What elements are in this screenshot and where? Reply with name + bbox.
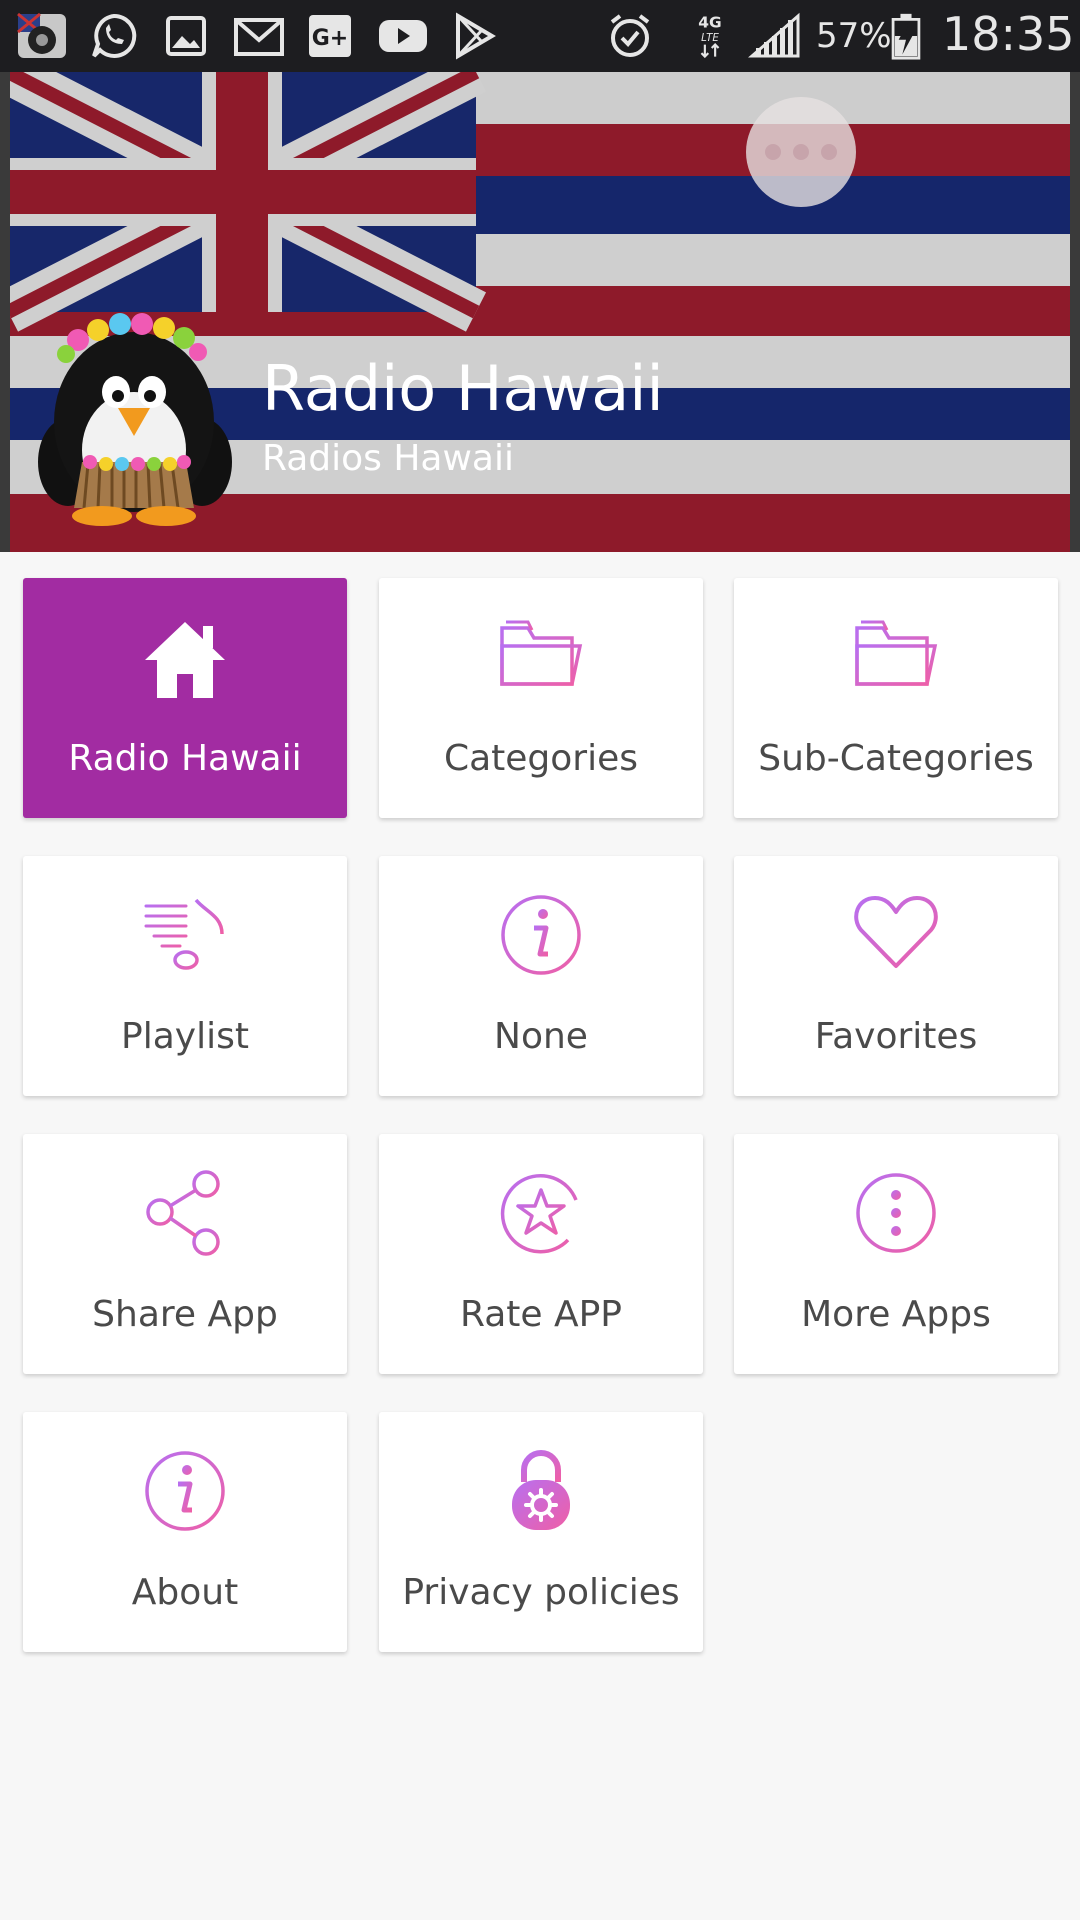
menu-tile-label: Favorites: [814, 1016, 978, 1057]
youtube-icon: [379, 20, 427, 52]
folder-icon: [500, 620, 583, 686]
menu-tile-label: About: [131, 1572, 239, 1613]
menu-tile-label: Sub-Categories: [758, 738, 1034, 779]
menu-tile-label: Share App: [92, 1294, 278, 1335]
menu-tile-rate-app[interactable]: Rate APP: [379, 1134, 703, 1374]
lock-gear-icon: [512, 1450, 570, 1530]
more-dots-icon[interactable]: [746, 97, 856, 207]
menu-tile-label: Playlist: [121, 1016, 249, 1057]
svg-text:4G: 4G: [698, 13, 721, 31]
menu-tile-label: None: [494, 1016, 588, 1057]
menu-tile-label: Privacy policies: [402, 1572, 680, 1613]
dot: [765, 144, 781, 160]
gmail-icon: [234, 18, 284, 56]
battery-charging-icon: [891, 13, 921, 60]
share-icon: [146, 1170, 220, 1256]
more-vertical-icon: [856, 1173, 936, 1253]
dot: [821, 144, 837, 160]
menu-tile-about[interactable]: About: [23, 1412, 347, 1652]
menu-tile-label: Rate APP: [459, 1294, 623, 1335]
alarm-icon: [610, 14, 650, 57]
menu-tile-favorites[interactable]: Favorites: [734, 856, 1058, 1096]
banner-edge-right: [1070, 72, 1080, 552]
star-icon: [500, 1173, 578, 1254]
heart-icon: [854, 896, 938, 968]
signal-icon: [748, 12, 800, 58]
menu-tile-none[interactable]: None: [379, 856, 703, 1096]
network-4g-lte-icon: 4G LTE: [698, 13, 722, 59]
menu-tile-radio-hawaii[interactable]: Radio Hawaii: [23, 578, 347, 818]
folder-icon: [855, 620, 938, 686]
menu-tile-share-app[interactable]: Share App: [23, 1134, 347, 1374]
menu-tile-label: More Apps: [801, 1294, 991, 1335]
hawaii-radio-icon: [17, 12, 66, 58]
menu-tile-categories[interactable]: Categories: [379, 578, 703, 818]
menu-tile-sub-categories[interactable]: Sub-Categories: [734, 578, 1058, 818]
play-store-icon: [456, 12, 496, 60]
menu-tile-playlist[interactable]: Playlist: [23, 856, 347, 1096]
whatsapp-icon: [92, 13, 137, 58]
battery-percent: 57%: [816, 16, 892, 56]
playlist-icon: [144, 898, 224, 970]
banner-edge-left: [0, 72, 10, 552]
menu-tile-more-apps[interactable]: More Apps: [734, 1134, 1058, 1374]
svg-text:G+: G+: [312, 26, 349, 51]
dot: [793, 144, 809, 160]
info-icon: [145, 1451, 225, 1531]
info-icon: [501, 895, 581, 975]
app-header: Radio Hawaii Radios Hawaii: [0, 72, 1080, 552]
menu-tile-privacy-policies[interactable]: Privacy policies: [379, 1412, 703, 1652]
home-icon: [145, 622, 225, 698]
svg-text:LTE: LTE: [701, 32, 719, 44]
google-plus-icon: G+: [309, 15, 351, 57]
app-title: Radio Hawaii: [262, 352, 664, 425]
clock: 18:35: [942, 7, 1075, 61]
menu-tile-label: Radio Hawaii: [68, 738, 302, 779]
penguin-mascot-logo: [38, 313, 232, 526]
menu-tile-label: Categories: [443, 738, 639, 779]
gallery-icon: [166, 16, 206, 56]
app-subtitle: Radios Hawaii: [262, 438, 514, 479]
status-bar: G+ 4G LTE 57% 18:35: [0, 0, 1080, 72]
